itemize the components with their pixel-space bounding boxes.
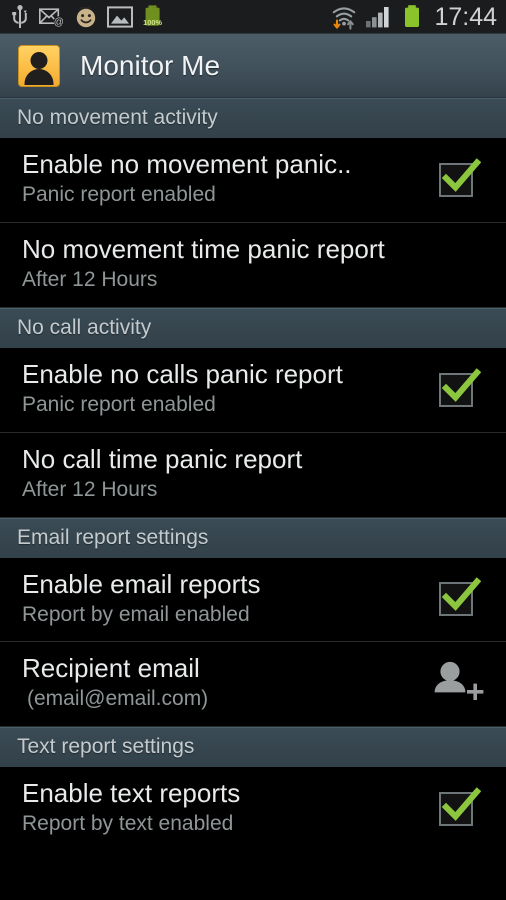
setting-row-no-movement-time-panic-report[interactable]: No movement time panic report After 12 H…: [0, 222, 506, 308]
row-text-group: No call time panic report After 12 Hours: [22, 445, 490, 503]
app-title-bar: Monitor Me: [0, 34, 506, 98]
usb-icon: [10, 5, 30, 29]
setting-subtitle: Report by email enabled: [22, 602, 250, 626]
row-text-group: Enable no movement panic.. Panic report …: [22, 150, 412, 208]
section-header-no-movement-activity: No movement activity: [0, 98, 506, 138]
image-icon: [107, 6, 133, 28]
checkbox-enable-no-movement-panic[interactable]: [437, 158, 481, 199]
section-header-no-call-activity: No call activity: [0, 307, 506, 348]
setting-title: Enable email reports: [22, 569, 261, 599]
settings-list[interactable]: No movement activity Enable no movement …: [0, 98, 506, 852]
cellular-signal-icon: [365, 5, 395, 29]
checkmark-icon: [441, 367, 481, 402]
row-widget-slot: [424, 659, 490, 707]
setting-title: Enable no calls panic report: [22, 359, 343, 389]
setting-subtitle: After 12 Hours: [22, 267, 158, 291]
setting-title: Enable text reports: [22, 779, 241, 809]
setting-title: Recipient email: [22, 654, 200, 684]
smiley-icon: [74, 5, 98, 29]
status-bar: @ 100% 17:44: [0, 0, 506, 34]
setting-title: Enable no movement panic..: [22, 150, 352, 179]
row-text-group: Enable email reports Report by email ena…: [22, 570, 412, 628]
battery-percent-label: 100%: [143, 18, 162, 27]
setting-row-no-call-time-panic-report[interactable]: No call time panic report After 12 Hours: [0, 432, 506, 518]
status-bar-left-icons: @ 100%: [10, 4, 330, 30]
checkmark-icon: [441, 158, 481, 192]
setting-subtitle: Panic report enabled: [22, 392, 216, 416]
section-header-text-report-settings: Text report settings: [0, 727, 506, 768]
checkbox-enable-no-calls-panic-report[interactable]: [437, 367, 481, 409]
avatar-body: [24, 68, 54, 85]
svg-text:@: @: [54, 17, 64, 28]
setting-row-recipient-email[interactable]: Recipient email (email@email.com): [0, 642, 506, 728]
battery-icon: [402, 4, 422, 30]
setting-title: No call time panic report: [22, 444, 303, 474]
row-text-group: Enable text reports Report by text enabl…: [22, 779, 412, 837]
battery-charge-icon: 100%: [142, 4, 164, 30]
add-person-icon[interactable]: [429, 659, 485, 707]
setting-row-enable-email-reports[interactable]: Enable email reports Report by email ena…: [0, 557, 506, 643]
row-text-group: No movement time panic report After 12 H…: [22, 235, 490, 293]
row-widget-slot: [424, 158, 490, 199]
email-icon: @: [39, 6, 65, 28]
checkmark-icon: [441, 577, 481, 612]
setting-subtitle: (email@email.com): [27, 687, 209, 711]
person-avatar-icon: [18, 44, 60, 87]
setting-row-enable-no-movement-panic[interactable]: Enable no movement panic.. Panic report …: [0, 138, 506, 223]
setting-title: No movement time panic report: [22, 234, 385, 264]
checkbox-enable-text-reports[interactable]: [437, 787, 481, 828]
wifi-transfer-icon: [330, 4, 358, 30]
row-text-group: Recipient email (email@email.com): [22, 654, 412, 712]
row-widget-slot: [424, 787, 490, 828]
setting-subtitle: Report by text enabled: [22, 812, 234, 836]
setting-subtitle: Panic report enabled: [22, 183, 216, 207]
row-text-group: Enable no calls panic report Panic repor…: [22, 360, 412, 418]
checkbox-enable-email-reports[interactable]: [437, 577, 481, 618]
setting-subtitle: After 12 Hours: [22, 477, 158, 501]
avatar-head: [30, 51, 48, 69]
setting-row-enable-text-reports[interactable]: Enable text reports Report by text enabl…: [0, 767, 506, 852]
row-widget-slot: [424, 577, 490, 618]
status-bar-clock: 17:44: [434, 2, 497, 31]
status-bar-right-icons: 17:44: [330, 3, 497, 32]
section-header-email-report-settings: Email report settings: [0, 517, 506, 558]
setting-row-enable-no-calls-panic-report[interactable]: Enable no calls panic report Panic repor…: [0, 347, 506, 433]
checkmark-icon: [441, 787, 481, 822]
page-title: Monitor Me: [80, 49, 221, 81]
row-widget-slot: [424, 367, 490, 409]
